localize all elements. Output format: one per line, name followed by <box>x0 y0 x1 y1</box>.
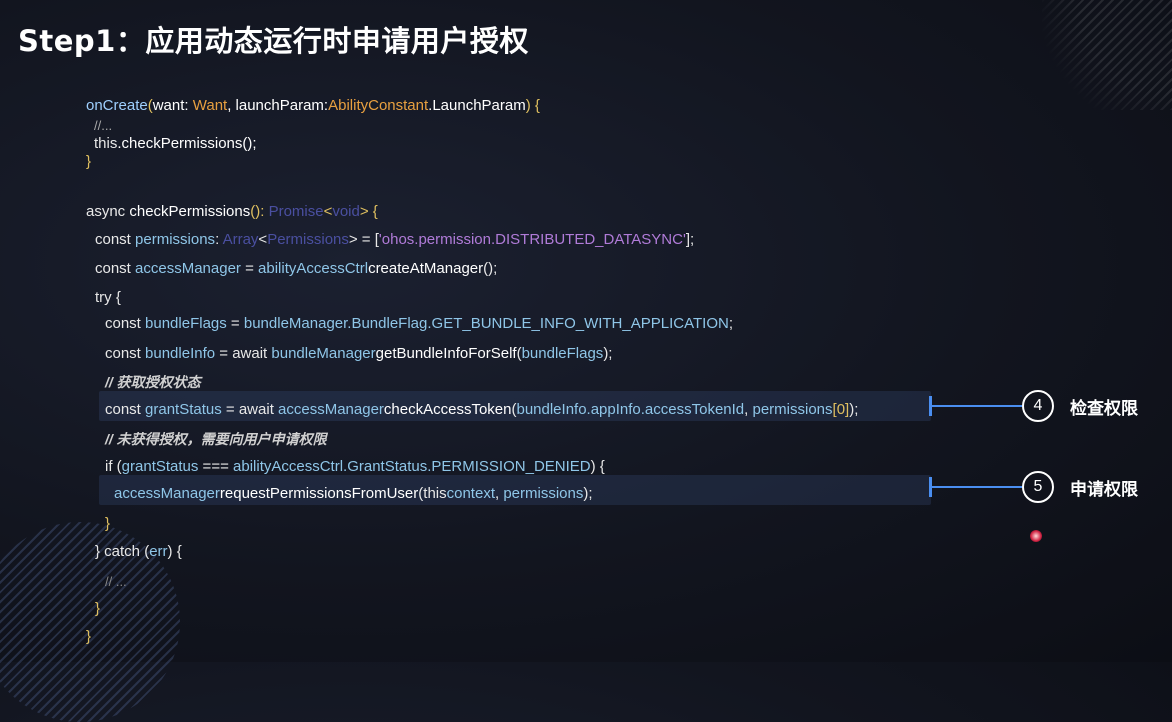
code-token: want: <box>152 97 193 114</box>
code-line: } catch (err) { <box>95 540 182 564</box>
code-token: GET_BUNDLE_INFO_WITH_APPLICATION <box>431 315 729 332</box>
code-token: .checkPermissions(); <box>117 135 257 152</box>
code-token: = await <box>215 345 272 362</box>
code-token: const <box>95 231 136 248</box>
code-token: ) { <box>167 543 182 560</box>
code-token: const <box>105 345 146 362</box>
code-token: accessManager <box>114 485 220 502</box>
code-line: if (grantStatus === abilityAccessCtrl.Gr… <box>105 455 605 479</box>
code-token: = await <box>221 401 279 418</box>
connector-line <box>932 486 1022 488</box>
code-token: bundleManager <box>271 345 376 362</box>
code-token: accessManager <box>135 260 241 277</box>
code-token: permissions <box>135 231 216 248</box>
code-line: const bundleFlags = bundleManager.Bundle… <box>105 312 733 336</box>
code-token: onCreate <box>86 97 148 114</box>
annotation-label: 申请权限 <box>1070 480 1138 500</box>
code-token: ]; <box>685 231 695 248</box>
code-line: const permissions: Array<Permissions> = … <box>95 228 694 252</box>
code-token: ); <box>849 401 859 418</box>
code-token: createAtManager <box>368 260 484 277</box>
code-token: permissions <box>752 401 833 418</box>
code-token: PERMISSION_DENIED <box>431 458 591 475</box>
code-token: : <box>215 231 223 248</box>
code-token: bundleManager <box>243 315 348 332</box>
code-token: bundleFlags <box>521 345 604 362</box>
code-comment: // ... <box>105 574 127 589</box>
step-number-badge: 4 <box>1022 390 1054 422</box>
code-token: [0] <box>832 401 850 418</box>
code-token: const <box>105 315 146 332</box>
slide-title: Step1：应用动态运行时申请用户授权 <box>18 24 529 58</box>
code-token: if ( <box>105 458 122 475</box>
code-token: (): <box>250 203 269 220</box>
code-token: .GrantStatus. <box>343 458 432 475</box>
decorative-stripes <box>1042 0 1172 110</box>
code-token: ); <box>603 345 613 362</box>
code-line: const bundleInfo = await bundleManagerge… <box>105 342 612 366</box>
code-token: , launchParam: <box>227 97 329 114</box>
code-token: async <box>86 203 130 220</box>
code-token: > { <box>359 203 378 220</box>
code-token: this <box>423 485 447 502</box>
code-line: } <box>86 153 92 170</box>
code-token: accessManager <box>278 401 384 418</box>
code-token: ) { <box>525 97 540 114</box>
code-token: permissions <box>503 485 584 502</box>
code-line: this.checkPermissions(); <box>94 132 257 156</box>
code-token: 'ohos.permission.DISTRIBUTED_DATASYNC' <box>378 231 686 248</box>
connector-line <box>932 405 1022 407</box>
code-token: = <box>226 315 244 332</box>
code-token: abilityAccessCtrl <box>233 458 344 475</box>
code-token: (); <box>483 260 498 277</box>
code-token: const <box>95 260 136 277</box>
code-line: try { <box>95 289 121 306</box>
code-token: const <box>105 401 146 418</box>
code-token: AbilityConstant <box>328 97 429 114</box>
code-token: getBundleInfoForSelf <box>375 345 517 362</box>
code-comment: // 获取授权状态 <box>105 374 201 390</box>
code-token: ; <box>728 315 733 332</box>
code-line: const accessManager = abilityAccessCtrlc… <box>95 257 497 281</box>
code-line: } <box>86 628 92 645</box>
code-line: } <box>105 515 111 532</box>
code-token: bundleInfo.appInfo.accessTokenId <box>516 401 745 418</box>
code-token: checkAccessToken <box>383 401 512 418</box>
code-line: async checkPermissions(): Promise<void> … <box>86 200 378 224</box>
code-comment: // 未获得授权，需要向用户申请权限 <box>105 431 327 447</box>
code-token: .BundleFlag. <box>347 315 432 332</box>
code-token: > = [ <box>348 231 379 248</box>
code-token: requestPermissionsFromUser <box>219 485 419 502</box>
code-token: grantStatus <box>145 401 222 418</box>
code-line: } <box>95 600 101 617</box>
code-token: Promise <box>268 203 324 220</box>
code-token: bundleFlags <box>145 315 227 332</box>
code-token: checkPermissions <box>129 203 251 220</box>
code-token: err <box>149 543 168 560</box>
code-token: < <box>258 231 268 248</box>
code-token: ) { <box>590 458 605 475</box>
code-token: context <box>446 485 495 502</box>
code-token: Permissions <box>267 231 349 248</box>
code-token: .LaunchParam <box>428 97 526 114</box>
laser-pointer-dot <box>1030 530 1042 542</box>
code-line: onCreate(want: Want, launchParam:Ability… <box>86 94 540 118</box>
code-token: } catch ( <box>95 543 150 560</box>
code-token: , <box>744 401 753 418</box>
annotation-label: 检查权限 <box>1070 399 1138 419</box>
code-token: this <box>94 135 118 152</box>
code-line: accessManagerrequestPermissionsFromUser(… <box>114 482 593 506</box>
code-token: ); <box>583 485 593 502</box>
code-token: bundleInfo <box>145 345 216 362</box>
code-token: abilityAccessCtrl <box>258 260 369 277</box>
code-token: grantStatus <box>121 458 199 475</box>
code-token: === <box>198 458 234 475</box>
code-token: Array <box>222 231 259 248</box>
code-token: = <box>240 260 259 277</box>
code-token: Want <box>192 97 228 114</box>
code-token: void <box>332 203 360 220</box>
code-line: const grantStatus = await accessManagerc… <box>105 398 858 422</box>
step-number-badge: 5 <box>1022 471 1054 503</box>
